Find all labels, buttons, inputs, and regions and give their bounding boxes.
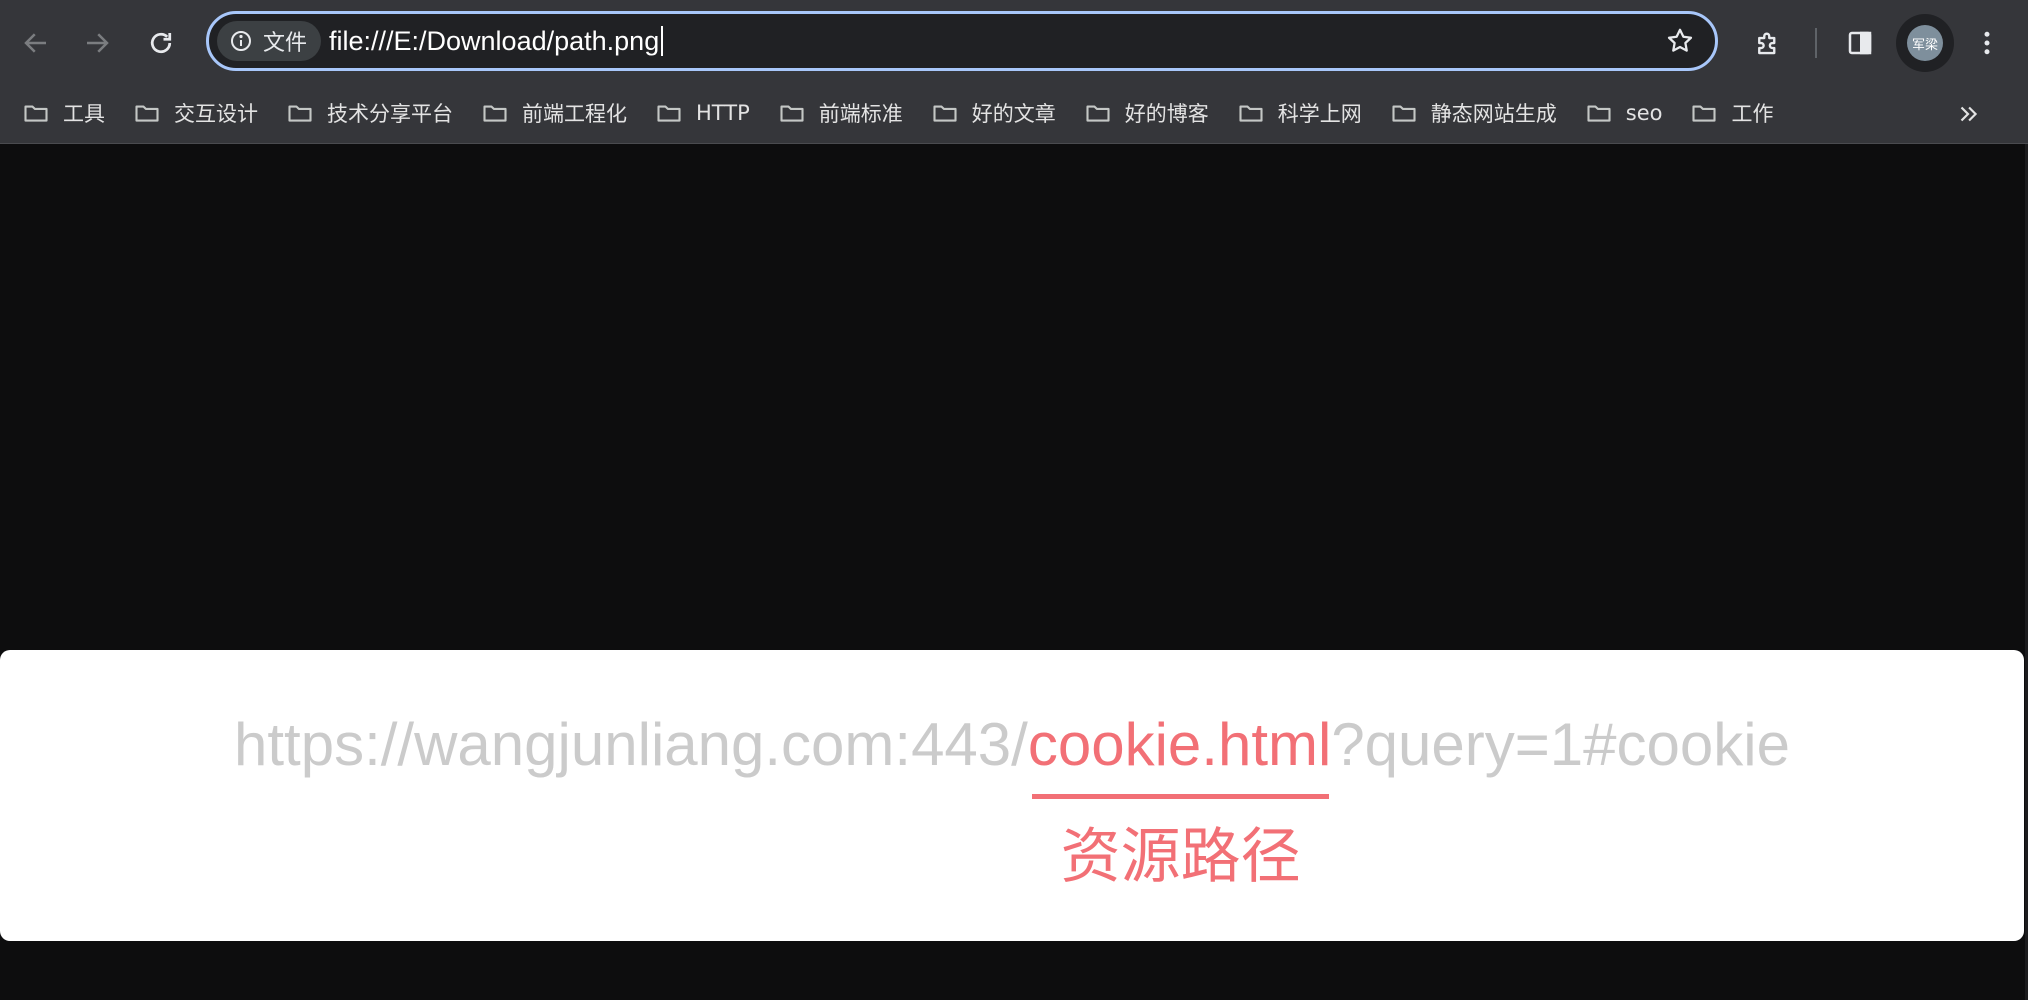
extensions-button[interactable] xyxy=(1743,18,1793,68)
displayed-image: https://wangjunliang.com:443/cookie.html… xyxy=(0,650,2024,941)
bookmark-list: 工具 交互设计 技术分享平台 前端工程化 HTTP 前端标准 好的文章 好的博客 科学上网 静态网… xyxy=(8,84,1787,142)
avatar: 军梁 xyxy=(1907,25,1943,61)
bookmark-folder[interactable]: 工作 xyxy=(1676,91,1787,135)
bookmark-label: 科学上网 xyxy=(1277,102,1362,126)
side-panel-icon xyxy=(1848,31,1872,55)
bookmarks-overflow-button[interactable] xyxy=(1948,94,1988,134)
puzzle-icon xyxy=(1758,32,1776,55)
bookmark-label: 工作 xyxy=(1731,102,1774,126)
kebab-menu-icon xyxy=(1984,31,1990,55)
folder-icon xyxy=(483,105,507,122)
bookmarks-bar: 工具 交互设计 技术分享平台 前端工程化 HTTP 前端标准 好的文章 好的博客 科学上网 静态网… xyxy=(0,84,2028,144)
bookmark-label: 交互设计 xyxy=(174,102,258,126)
back-button[interactable] xyxy=(11,18,61,68)
reload-icon xyxy=(150,32,172,54)
folder-icon xyxy=(1587,105,1611,122)
reload-button[interactable] xyxy=(136,18,186,68)
url-path-highlight: cookie.html xyxy=(1027,711,1332,778)
url-input[interactable]: file:///E:/Download/path.png xyxy=(329,14,664,68)
folder-icon xyxy=(1239,105,1263,122)
bookmark-folder[interactable]: seo xyxy=(1571,91,1677,135)
site-info-chip[interactable]: 文件 xyxy=(217,21,322,61)
toolbar-divider xyxy=(1815,28,1817,58)
bookmark-folder[interactable]: 工具 xyxy=(8,91,119,135)
side-panel-button[interactable] xyxy=(1835,18,1885,68)
site-info-label: 文件 xyxy=(263,31,308,56)
bookmark-label: seo xyxy=(1625,101,1663,125)
address-bar[interactable]: 文件 file:///E:/Download/path.png xyxy=(206,11,1718,71)
bookmark-folder[interactable]: HTTP xyxy=(641,91,764,135)
bookmark-folder[interactable]: 好的文章 xyxy=(917,91,1070,135)
bookmark-label: 前端工程化 xyxy=(522,102,627,126)
forward-button[interactable] xyxy=(72,18,122,68)
browser-toolbar: 文件 file:///E:/Download/path.png 军梁 xyxy=(0,0,2028,84)
url-text: file:///E:/Download/path.png xyxy=(329,25,660,56)
folder-icon xyxy=(1692,105,1717,122)
folder-icon xyxy=(780,105,804,122)
chevron-double-right-icon xyxy=(1960,106,1978,122)
info-icon xyxy=(231,31,251,51)
url-prefix: https://wangjunliang.com:443/ xyxy=(234,711,1028,778)
url-diagram-line: https://wangjunliang.com:443/cookie.html… xyxy=(0,710,2024,779)
bookmark-label: 静态网站生成 xyxy=(1430,102,1557,126)
arrow-right-icon xyxy=(87,33,109,53)
bookmark-folder[interactable]: 静态网站生成 xyxy=(1376,91,1571,135)
browser-menu-button[interactable] xyxy=(1962,18,2012,68)
folder-icon xyxy=(657,105,681,122)
url-suffix: ?query=1#cookie xyxy=(1331,711,1790,778)
bookmark-folder[interactable]: 交互设计 xyxy=(119,91,272,135)
folder-icon xyxy=(1392,105,1416,122)
folder-icon xyxy=(288,105,312,122)
bookmark-label: 前端标准 xyxy=(818,102,903,126)
bookmark-folder[interactable]: 好的博客 xyxy=(1070,91,1223,135)
bookmark-folder[interactable]: 技术分享平台 xyxy=(272,91,467,135)
bookmark-label: HTTP xyxy=(696,101,750,125)
path-underline xyxy=(1031,794,1330,799)
bookmark-folder[interactable]: 前端标准 xyxy=(764,91,917,135)
folder-icon xyxy=(135,105,159,122)
bookmark-folder[interactable]: 前端工程化 xyxy=(467,91,641,135)
bookmark-label: 技术分享平台 xyxy=(327,102,453,126)
bookmark-star-button[interactable] xyxy=(1659,20,1701,62)
folder-icon xyxy=(24,105,48,122)
arrow-left-icon xyxy=(24,33,46,53)
path-annotation: 资源路径 xyxy=(1060,822,1301,892)
folder-icon xyxy=(1086,105,1110,122)
bookmark-folder[interactable]: 科学上网 xyxy=(1223,91,1376,135)
bookmark-label: 好的文章 xyxy=(971,102,1056,126)
profile-button[interactable]: 军梁 xyxy=(1896,14,1954,72)
folder-icon xyxy=(933,105,957,122)
star-icon xyxy=(1667,28,1693,52)
bookmark-label: 好的博客 xyxy=(1124,102,1209,126)
text-caret xyxy=(661,26,664,56)
bookmark-label: 工具 xyxy=(63,102,105,126)
